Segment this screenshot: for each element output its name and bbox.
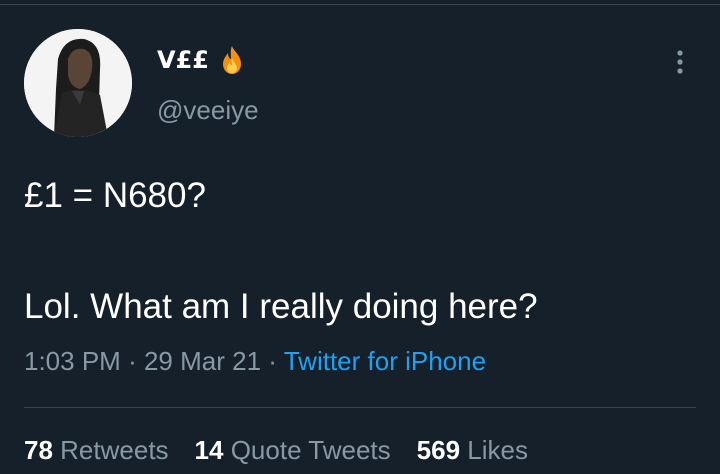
retweets-label: Retweets (60, 435, 169, 465)
display-name-text: V££ (157, 46, 209, 74)
retweets-count: 78 (24, 435, 53, 465)
likes-stat[interactable]: 569 Likes (417, 434, 528, 466)
likes-label: Likes (467, 435, 528, 465)
tweet-time[interactable]: 1:03 PM (24, 346, 121, 376)
quote-tweets-label: Quote Tweets (230, 435, 391, 465)
top-divider (0, 4, 720, 5)
engagement-stats: 78 Retweets 14 Quote Tweets 569 Likes (24, 434, 554, 466)
quote-tweets-count: 14 (194, 435, 224, 465)
likes-count: 569 (416, 435, 461, 465)
tweet-source-link[interactable]: Twitter for iPhone (284, 346, 486, 376)
fire-icon (219, 45, 245, 75)
retweets-stat[interactable]: 78 Retweets (24, 434, 169, 466)
avatar-image (24, 29, 132, 137)
tweet-meta: 1:03 PM · 29 Mar 21 · Twitter for iPhone (24, 345, 486, 377)
more-options-icon[interactable] (670, 48, 690, 78)
quote-tweets-stat[interactable]: 14 Quote Tweets (195, 434, 391, 466)
tweet-date[interactable]: 29 Mar 21 (144, 346, 261, 376)
user-handle[interactable]: @veeiye (157, 95, 259, 125)
meta-separator: · (268, 346, 277, 376)
avatar[interactable] (24, 29, 132, 137)
tweet-text-line-1: £1 = N680? (24, 176, 206, 215)
display-name[interactable]: V££ (157, 44, 245, 76)
stats-divider (24, 407, 696, 408)
meta-separator: · (128, 346, 137, 376)
tweet-text-line-2: Lol. What am I really doing here? (24, 287, 538, 326)
